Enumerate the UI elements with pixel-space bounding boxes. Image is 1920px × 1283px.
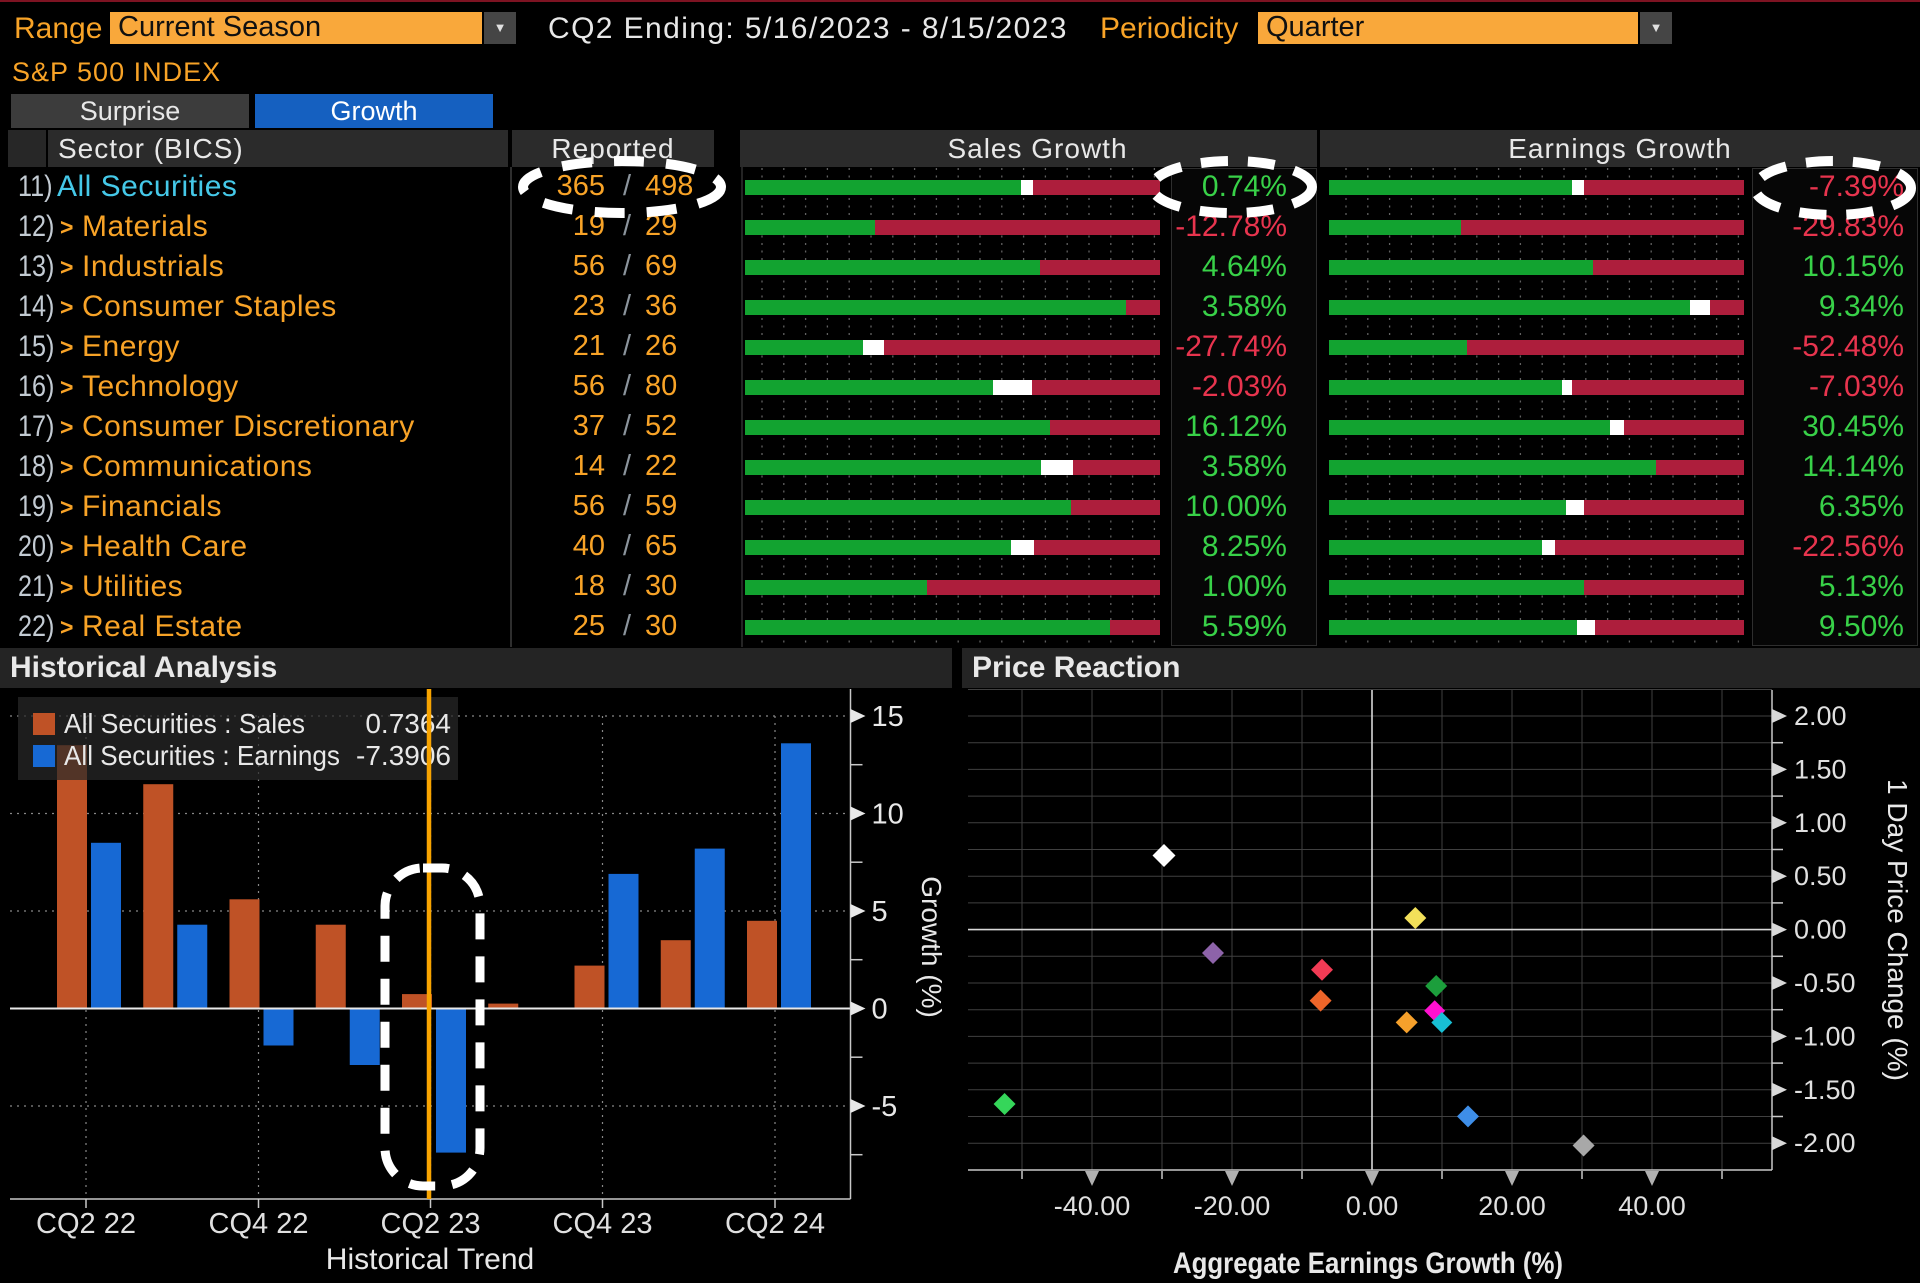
svg-text:1.50: 1.50	[1794, 754, 1847, 784]
svg-text:2.00: 2.00	[1794, 701, 1847, 731]
svg-text:-5: -5	[872, 1091, 898, 1123]
svg-text:Aggregate Earnings Growth (%): Aggregate Earnings Growth (%)	[1173, 1247, 1563, 1280]
svg-text:-2.00: -2.00	[1794, 1128, 1856, 1158]
svg-text:0.00: 0.00	[1346, 1191, 1399, 1221]
svg-text:0.00: 0.00	[1794, 915, 1847, 945]
svg-text:All Securities : Earnings: All Securities : Earnings	[64, 740, 340, 771]
svg-text:20.00: 20.00	[1478, 1191, 1546, 1221]
svg-text:10: 10	[872, 799, 904, 831]
svg-text:0.7364: 0.7364	[365, 708, 451, 739]
svg-text:-7.3906: -7.3906	[356, 740, 451, 771]
svg-text:-20.00: -20.00	[1194, 1191, 1271, 1221]
svg-text:CQ2 24: CQ2 24	[725, 1208, 825, 1240]
svg-text:1 Day Price Change (%): 1 Day Price Change (%)	[1882, 779, 1913, 1081]
svg-text:Growth (%): Growth (%)	[916, 876, 947, 1018]
svg-text:CQ4 22: CQ4 22	[209, 1208, 309, 1240]
svg-text:-1.00: -1.00	[1794, 1021, 1856, 1051]
svg-text:CQ2 22: CQ2 22	[36, 1208, 136, 1240]
svg-text:All Securities : Sales: All Securities : Sales	[64, 708, 305, 739]
svg-text:40.00: 40.00	[1618, 1191, 1686, 1221]
svg-text:0: 0	[872, 994, 888, 1026]
svg-text:-40.00: -40.00	[1054, 1191, 1131, 1221]
svg-text:0.50: 0.50	[1794, 861, 1847, 891]
svg-text:1.00: 1.00	[1794, 808, 1847, 838]
svg-text:-0.50: -0.50	[1794, 968, 1856, 998]
svg-text:CQ2 23: CQ2 23	[381, 1208, 481, 1240]
svg-text:CQ4 23: CQ4 23	[553, 1208, 653, 1240]
svg-text:Historical Trend: Historical Trend	[326, 1243, 534, 1276]
svg-text:15: 15	[872, 701, 904, 733]
svg-text:5: 5	[872, 896, 888, 928]
svg-text:-1.50: -1.50	[1794, 1075, 1856, 1105]
